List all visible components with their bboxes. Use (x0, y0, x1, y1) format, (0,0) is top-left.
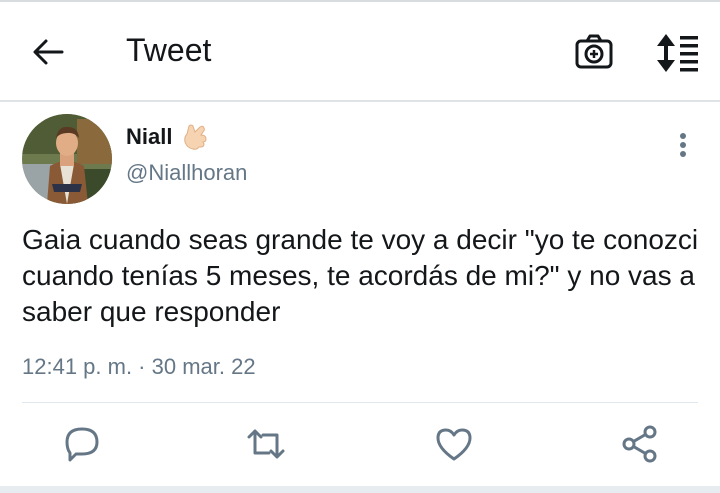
actions-divider (22, 402, 698, 403)
thumbs-hand-emoji-icon (184, 124, 207, 150)
author-name-row: Niall (126, 122, 208, 152)
author-handle[interactable]: @Niallhoran (126, 160, 247, 186)
sort-button[interactable] (654, 33, 700, 73)
camera-button[interactable] (574, 31, 614, 71)
reply-button[interactable] (62, 424, 102, 464)
sort-lines-icon (657, 34, 698, 72)
bottom-divider (0, 486, 720, 493)
author-display-name[interactable]: Niall (126, 124, 172, 150)
share-icon (622, 425, 657, 463)
more-options-button[interactable] (670, 130, 696, 160)
arrow-left-icon (33, 39, 64, 65)
page-title: Tweet (126, 32, 212, 68)
more-vertical-icon (680, 133, 686, 157)
back-button[interactable] (28, 32, 68, 72)
like-icon (436, 428, 472, 461)
camera-plus-icon (575, 34, 613, 69)
retweet-button[interactable] (246, 424, 286, 464)
like-button[interactable] (434, 424, 474, 464)
app-header: Tweet (0, 2, 720, 102)
tweet-text: Gaia cuando seas grande te voy a decir "… (22, 224, 699, 327)
share-button[interactable] (620, 424, 660, 464)
reply-icon (65, 427, 99, 462)
tweet-timestamp: 12:41 p. m. · 30 mar. 22 (22, 354, 256, 379)
avatar[interactable] (22, 114, 112, 204)
retweet-icon (247, 429, 285, 459)
